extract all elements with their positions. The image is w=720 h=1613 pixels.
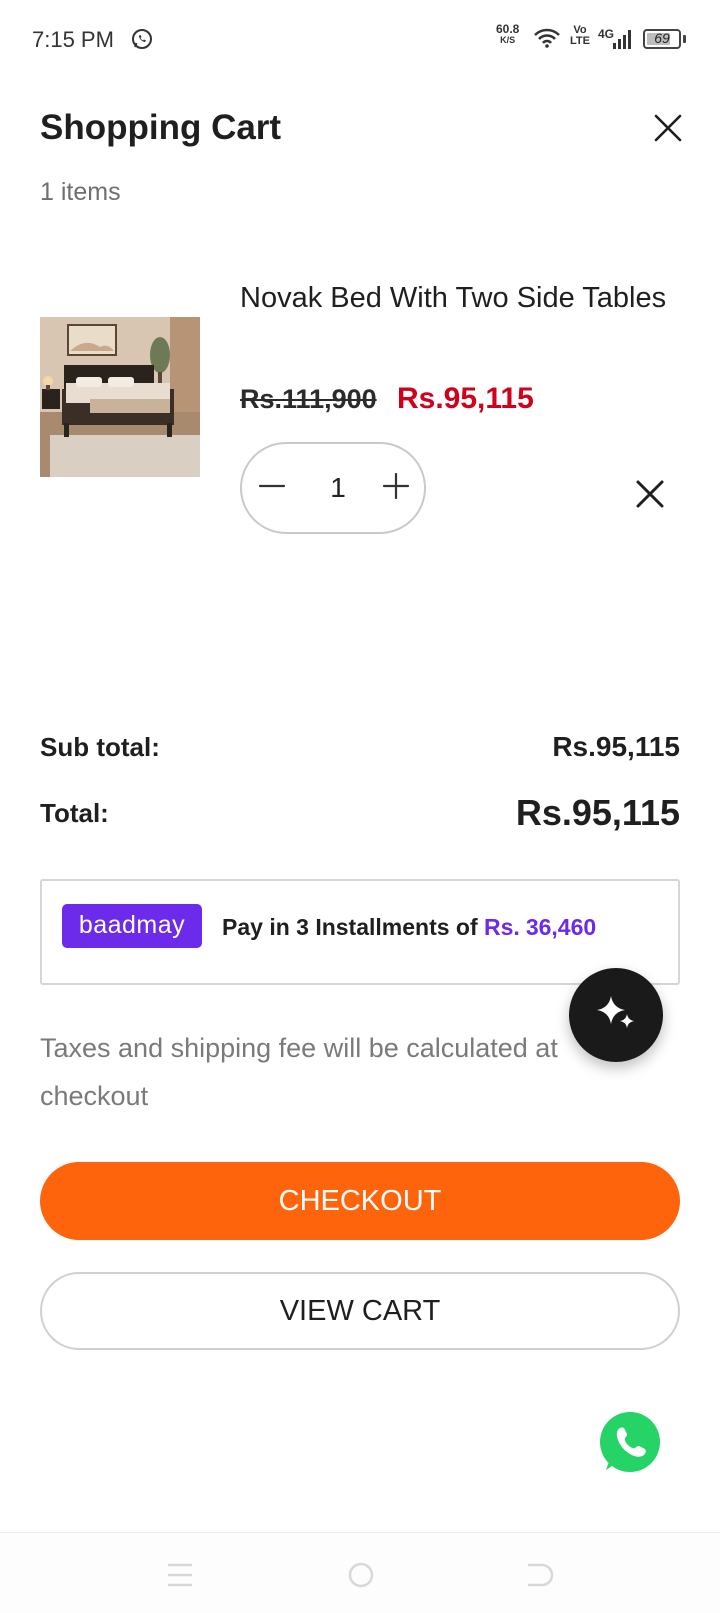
- network-speed: 60.8 K/S: [496, 22, 520, 45]
- wifi-icon: [534, 28, 560, 48]
- battery-tip: [683, 35, 686, 43]
- sale-price: Rs.95,115: [397, 382, 534, 415]
- total-label: Total:: [40, 798, 109, 828]
- plus-icon[interactable]: [380, 470, 412, 502]
- subtotal-value: Rs.95,115: [552, 731, 680, 762]
- item-count: 1 items: [40, 178, 121, 206]
- status-time: 7:15 PM: [32, 27, 114, 52]
- tax-note: Taxes and shipping fee will be calculate…: [40, 1033, 558, 1111]
- ai-assistant-button[interactable]: [569, 968, 663, 1062]
- checkout-button[interactable]: CHECKOUT: [40, 1162, 680, 1240]
- minus-icon[interactable]: [256, 470, 288, 502]
- menu-icon[interactable]: [166, 1562, 194, 1588]
- battery-level: 69: [654, 30, 670, 46]
- installment-currency: Rs.: [484, 914, 520, 940]
- whatsapp-notification-icon: [132, 29, 152, 49]
- original-price: Rs.111,900: [240, 384, 377, 414]
- close-icon[interactable]: [652, 112, 684, 144]
- product-name[interactable]: Novak Bed With Two Side Tables: [240, 278, 680, 318]
- signal-icon: [613, 30, 631, 49]
- whatsapp-icon[interactable]: [594, 1406, 666, 1478]
- view-cart-button[interactable]: VIEW CART: [40, 1272, 680, 1350]
- volte-indicator: Vo LTE: [570, 24, 590, 47]
- installment-text: Pay in 3 Installments of Rs. 36,460: [222, 914, 596, 941]
- installment-label: Pay in 3 Installments of: [222, 914, 478, 940]
- back-icon[interactable]: [526, 1562, 554, 1588]
- baadmay-logo: baadmay: [62, 904, 202, 948]
- quantity-value[interactable]: 1: [318, 472, 358, 504]
- home-icon[interactable]: [348, 1562, 374, 1588]
- product-image[interactable]: [40, 317, 200, 477]
- total-value: Rs.95,115: [515, 792, 680, 833]
- page-title: Shopping Cart: [40, 108, 282, 147]
- remove-icon[interactable]: [634, 478, 666, 510]
- subtotal-label: Sub total:: [40, 732, 160, 762]
- battery-icon: 69: [643, 29, 681, 49]
- sparkle-icon: [597, 996, 634, 1028]
- installment-amount: 36,460: [525, 914, 597, 940]
